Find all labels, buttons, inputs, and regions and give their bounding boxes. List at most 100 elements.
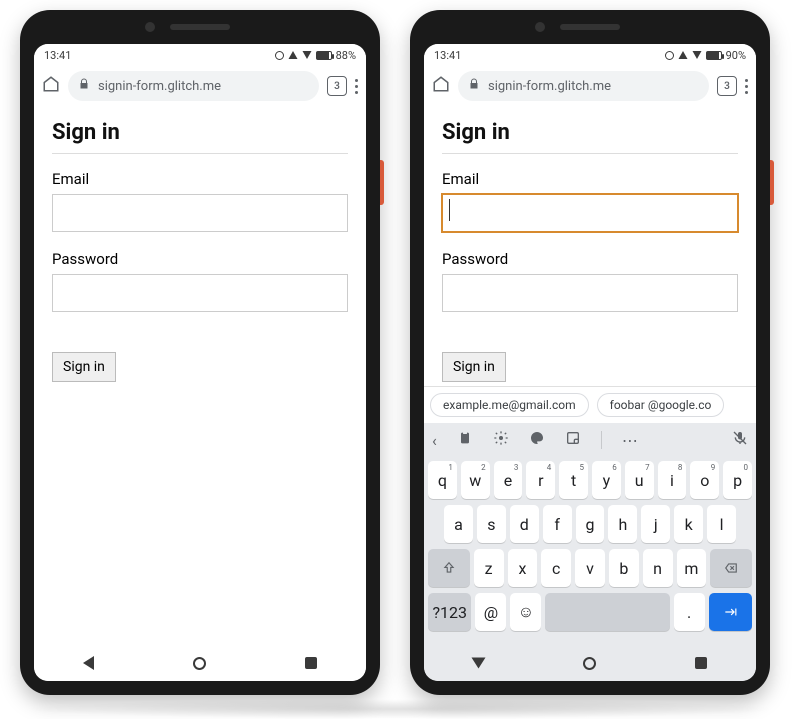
enter-key[interactable] (709, 593, 752, 631)
status-indicator-icon (665, 51, 674, 60)
key-p[interactable]: p0 (723, 461, 752, 499)
key-f[interactable]: f (543, 505, 572, 543)
overflow-menu-icon[interactable] (355, 79, 358, 94)
key-d[interactable]: d (510, 505, 539, 543)
key-e[interactable]: e3 (494, 461, 523, 499)
nav-home-icon[interactable] (193, 657, 206, 670)
sticker-icon[interactable] (565, 430, 581, 450)
password-label: Password (52, 250, 348, 268)
chevron-left-icon[interactable]: ‹ (432, 431, 437, 450)
status-time: 13:41 (44, 49, 71, 62)
symbols-key[interactable]: ?123 (428, 593, 471, 631)
nav-back-icon[interactable] (83, 656, 94, 670)
password-field[interactable] (52, 274, 348, 312)
key-n[interactable]: n (643, 549, 673, 587)
key-o[interactable]: o9 (690, 461, 719, 499)
key-g[interactable]: g (576, 505, 605, 543)
signin-button[interactable]: Sign in (442, 352, 506, 382)
phone-left: 13:41 88% signin-form.glitch.m (20, 10, 380, 695)
system-nav-bar (34, 645, 366, 681)
home-icon[interactable] (432, 75, 450, 97)
divider (442, 153, 738, 154)
more-icon[interactable]: ⋯ (622, 431, 638, 450)
lock-icon (468, 78, 480, 94)
battery-icon (706, 51, 722, 60)
url-bar[interactable]: signin-form.glitch.me (68, 71, 319, 101)
gear-icon[interactable] (493, 430, 509, 450)
key-w[interactable]: w2 (461, 461, 490, 499)
emoji-key[interactable]: ☺ (510, 593, 541, 631)
email-field[interactable] (442, 194, 738, 232)
phone-screen: 13:41 90% signin-form.glitch.m (424, 44, 756, 681)
phone-speaker (170, 24, 230, 30)
key-t[interactable]: t5 (559, 461, 588, 499)
nav-recent-icon[interactable] (305, 657, 317, 669)
key-q[interactable]: q1 (428, 461, 457, 499)
palette-icon[interactable] (529, 430, 545, 450)
clipboard-icon[interactable] (457, 430, 473, 450)
system-nav-bar (424, 645, 756, 681)
shift-key[interactable] (428, 549, 470, 587)
status-bar: 13:41 88% (34, 44, 366, 66)
page-title: Sign in (52, 120, 348, 145)
status-bar: 13:41 90% (424, 44, 756, 66)
page-content: Sign in Email Password Sign in (34, 106, 366, 645)
drop-shadow (20, 699, 780, 719)
nav-home-icon[interactable] (583, 657, 596, 670)
key-s[interactable]: s (477, 505, 506, 543)
key-h[interactable]: h (608, 505, 637, 543)
key-r[interactable]: r4 (526, 461, 555, 499)
key-l[interactable]: l (707, 505, 736, 543)
signin-button[interactable]: Sign in (52, 352, 116, 382)
wifi-icon (302, 51, 311, 59)
period-key[interactable]: . (674, 593, 705, 631)
phone-speaker (560, 24, 620, 30)
battery-percent: 88% (336, 49, 356, 62)
keyboard-toolbar: ‹ ⋯ (424, 423, 756, 457)
phone-right: 13:41 90% signin-form.glitch.m (410, 10, 770, 695)
signal-icon (288, 51, 297, 59)
backspace-key[interactable] (710, 549, 752, 587)
key-k[interactable]: k (674, 505, 703, 543)
at-key[interactable]: @ (475, 593, 506, 631)
nav-recent-icon[interactable] (695, 657, 707, 669)
key-x[interactable]: x (508, 549, 538, 587)
url-text: signin-form.glitch.me (98, 79, 221, 94)
mic-off-icon[interactable] (732, 430, 748, 450)
key-u[interactable]: u7 (625, 461, 654, 499)
text-cursor (449, 199, 450, 221)
key-y[interactable]: y6 (592, 461, 621, 499)
nav-back-icon[interactable] (472, 658, 486, 669)
home-icon[interactable] (42, 75, 60, 97)
key-c[interactable]: c (541, 549, 571, 587)
toolbar-separator (601, 431, 602, 449)
key-b[interactable]: b (609, 549, 639, 587)
phone-camera (535, 22, 545, 32)
url-bar[interactable]: signin-form.glitch.me (458, 71, 709, 101)
browser-toolbar: signin-form.glitch.me 3 (34, 66, 366, 106)
url-text: signin-form.glitch.me (488, 79, 611, 94)
overflow-menu-icon[interactable] (745, 79, 748, 94)
wifi-icon (692, 51, 701, 59)
key-z[interactable]: z (474, 549, 504, 587)
page-content: Sign in Email Password Sign in example.m… (424, 106, 756, 645)
autofill-chip[interactable]: example.me@gmail.com (430, 393, 589, 417)
password-field[interactable] (442, 274, 738, 312)
space-key[interactable] (545, 593, 669, 631)
email-field[interactable] (52, 194, 348, 232)
key-j[interactable]: j (641, 505, 670, 543)
email-label: Email (442, 170, 738, 188)
divider (52, 153, 348, 154)
autofill-chip[interactable]: foobar @google.co (597, 393, 725, 417)
key-a[interactable]: a (444, 505, 473, 543)
key-i[interactable]: i8 (658, 461, 687, 499)
autofill-suggestion-row: example.me@gmail.com foobar @google.co (424, 386, 756, 423)
battery-icon (316, 51, 332, 60)
status-time: 13:41 (434, 49, 461, 62)
tab-switcher[interactable]: 3 (717, 76, 737, 96)
key-m[interactable]: m (677, 549, 707, 587)
browser-toolbar: signin-form.glitch.me 3 (424, 66, 756, 106)
tab-switcher[interactable]: 3 (327, 76, 347, 96)
key-v[interactable]: v (575, 549, 605, 587)
battery-percent: 90% (726, 49, 746, 62)
